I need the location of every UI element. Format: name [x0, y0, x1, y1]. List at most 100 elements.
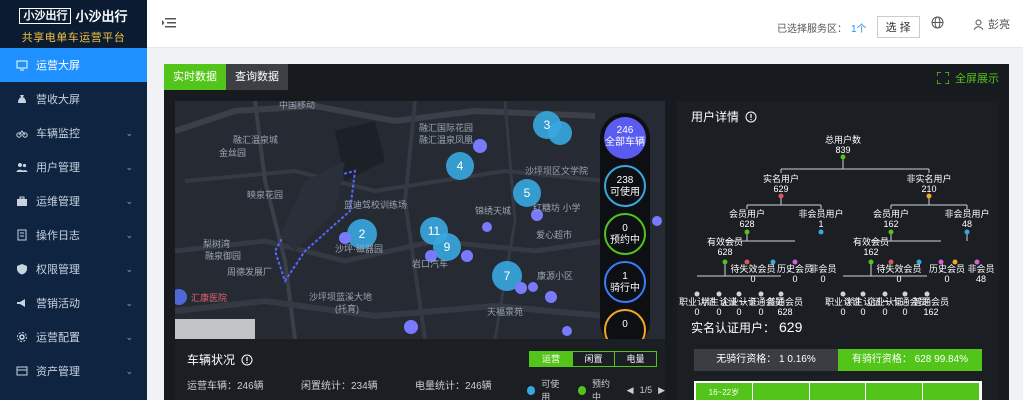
vehicle-map[interactable]: 3 4 5 2 11 9 7 中国移动 融汇国际花园 融汇温泉凤凰 融汇温泉城 …: [175, 101, 665, 339]
chevron-down-icon: ⌄: [125, 365, 133, 376]
sidebar-item-3[interactable]: 用户管理 ⌄: [0, 150, 147, 184]
map-label: 蓝迪驾校训练场: [344, 199, 407, 210]
map-label: 沙坪坝蓝溪大地: [309, 291, 372, 302]
sidebar-item-5[interactable]: 操作日志 ⌄: [0, 218, 147, 252]
cluster-label: 7: [504, 269, 511, 283]
sidebar-item-1[interactable]: 营收大屏: [0, 82, 147, 116]
riding-qualification-bar: 无骑行资格： 1 0.16% 有骑行资格： 628 99.84%: [694, 349, 982, 371]
menu-toggle-icon[interactable]: [162, 16, 176, 30]
tree-un-hist: 历史会员 0: [928, 264, 966, 284]
stat-value: 1: [622, 271, 628, 282]
operating-count: 运营车辆：246辆: [187, 381, 264, 392]
tree-real-lost: 待失效会员 0: [730, 264, 776, 284]
vehicle-legend: 可使用 预约中 ◀ 1/5 ▶: [527, 377, 665, 400]
tree-un-valid: 有效会员 162: [852, 237, 890, 257]
top-header: 已选择服务区： 1个 选 择 彭亮: [147, 0, 1023, 48]
age-bin: 16~22岁: [696, 383, 753, 400]
select-service-area-button[interactable]: 选 择: [876, 16, 920, 38]
log-icon: [16, 229, 28, 241]
sidebar-item-8[interactable]: 运营配置 ⌄: [0, 320, 147, 354]
shield-icon: [16, 263, 28, 275]
page-prev-icon[interactable]: ◀: [627, 385, 634, 396]
sidebar-item-7[interactable]: 营销活动 ⌄: [0, 286, 147, 320]
map-label: 映泉花园: [247, 189, 283, 200]
sidebar: 小沙出行 小沙出行 共享电单车运营平台 运营大屏 营收大屏 车辆监控 ⌄ 用户管理 ⌄ 运维…: [0, 0, 147, 400]
map-canvas: 3 4 5 2 11 9 7 中国移动 融汇国际花园 融汇温泉凤凰 融汇温泉城 …: [175, 101, 665, 339]
user-icon: [973, 19, 984, 30]
stat-value: 238: [616, 175, 634, 186]
cluster-label: 9: [444, 240, 451, 254]
sidebar-item-0[interactable]: 运营大屏: [0, 48, 147, 82]
stat-all-vehicles[interactable]: 246 全部车辆: [604, 117, 646, 159]
tab-idle[interactable]: 闲置: [572, 352, 614, 366]
realname-label: 实名认证用户：: [691, 321, 776, 335]
stat-value: 0: [622, 223, 628, 234]
map-label: 梨树湾: [203, 238, 230, 249]
logo: 小沙出行 小沙出行 共享电单车运营平台: [0, 0, 147, 48]
vehicle-stat-column: 246 全部车辆 238 可使用 0 预约中 1 骑行中 0: [600, 113, 650, 351]
map-label: 天福景苑: [487, 306, 523, 317]
sidebar-item-6[interactable]: 权限管理 ⌄: [0, 252, 147, 286]
legend-available: 可使用: [541, 379, 560, 400]
sidebar-item-label: 运营配置: [36, 332, 80, 344]
toolbox-icon: [16, 195, 28, 207]
chevron-down-icon: ⌄: [125, 161, 133, 172]
tab-query[interactable]: 查询数据: [226, 64, 288, 90]
sidebar-item-label: 权限管理: [36, 264, 80, 276]
has-qualification: 有骑行资格： 628 99.84%: [838, 349, 982, 371]
realname-users: 实名认证用户： 629: [691, 319, 802, 336]
map-label: 汇康医院: [191, 292, 227, 303]
map-label: 金丝园: [219, 147, 246, 158]
stat-reserved[interactable]: 0 预约中: [604, 213, 646, 255]
page-indicator: 1/5: [639, 385, 653, 395]
map-label: 岩口汽车: [412, 258, 448, 269]
sidebar-item-label: 资产管理: [36, 366, 80, 378]
data-tabs: 实时数据 查询数据: [164, 64, 288, 90]
user-detail-panel: 用户详情 总用户数 839 实名用户 629 非实名用户 210 会员用户 62…: [677, 101, 999, 400]
sidebar-item-label: 操作日志: [36, 230, 80, 242]
cluster-label: 11: [428, 224, 441, 238]
info-icon[interactable]: [241, 354, 253, 366]
tree-real-never: 非会员 0: [809, 264, 837, 284]
tab-operating[interactable]: 运营: [530, 352, 572, 366]
idle-count: 闲置统计：234辆: [301, 381, 378, 392]
map-label: 融汇国际花园: [419, 122, 473, 133]
page-next-icon[interactable]: ▶: [658, 385, 665, 396]
map-label: 沙坪坝区文学院: [525, 165, 588, 176]
globe-icon[interactable]: [931, 16, 944, 29]
tab-battery[interactable]: 电量: [614, 352, 656, 366]
money-bag-icon: [16, 93, 28, 105]
cluster-label: 4: [457, 159, 464, 173]
service-area-count: 1个: [851, 23, 867, 35]
stat-value: 246: [616, 125, 634, 136]
stat-riding[interactable]: 1 骑行中: [604, 261, 646, 303]
sidebar-item-9[interactable]: 资产管理 ⌄: [0, 354, 147, 388]
sidebar-item-4[interactable]: 运维管理 ⌄: [0, 184, 147, 218]
cluster-label: 3: [544, 118, 551, 132]
config-icon: [16, 331, 28, 343]
tree-leaf: 普通会员 628: [766, 297, 804, 317]
sidebar-nav: 运营大屏 营收大屏 车辆监控 ⌄ 用户管理 ⌄ 运维管理 ⌄ 操作日志 ⌄ 权限管理 ⌄ 营销活动 ⌄ 运营…: [0, 48, 147, 388]
vehicle-status-tabs: 运营 闲置 电量: [529, 351, 657, 367]
logo-brand-box: 小沙出行: [19, 7, 72, 24]
sidebar-item-label: 用户管理: [36, 162, 80, 174]
sidebar-item-2[interactable]: 车辆监控 ⌄: [0, 116, 147, 150]
tree-real-hist: 历史会员 0: [776, 264, 814, 284]
user-menu[interactable]: 彭亮: [973, 16, 1010, 32]
vehicle-status-panel: 车辆状况 运营 闲置 电量 运营车辆：246辆 闲置统计：234辆 电量统计：2…: [175, 339, 665, 400]
tree-real-valid: 有效会员 628: [706, 237, 744, 257]
vehicle-status-title: 车辆状况: [187, 351, 253, 368]
map-label: 融泉御园: [205, 250, 241, 261]
tree-un-nonmember: 非会员用户 48: [944, 209, 990, 229]
fullscreen-label: 全屏展示: [955, 73, 999, 85]
tree-un-lost: 待失效会员 0: [876, 264, 922, 284]
user-name: 彭亮: [988, 19, 1010, 31]
chevron-down-icon: ⌄: [125, 195, 133, 206]
tree-un-member: 会员用户 162: [872, 209, 910, 229]
map-label: 融汇温泉城: [233, 134, 278, 145]
service-area-label: 已选择服务区：: [777, 23, 847, 35]
stat-available[interactable]: 238 可使用: [604, 165, 646, 207]
logo-brand-text: 小沙出行: [75, 9, 128, 24]
fullscreen-button[interactable]: 全屏展示: [937, 70, 999, 86]
tab-realtime[interactable]: 实时数据: [164, 64, 226, 90]
